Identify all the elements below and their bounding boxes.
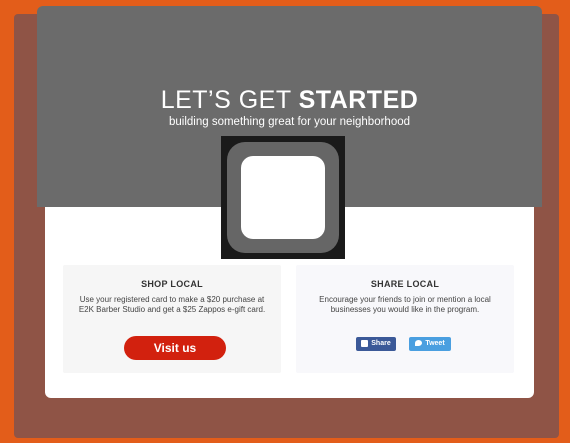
shop-local-text: Use your registered card to make a $20 p… xyxy=(78,295,266,314)
visit-us-button[interactable]: Visit us xyxy=(124,336,226,360)
twitter-tweet-button[interactable]: Tweet xyxy=(409,337,451,351)
share-local-panel: SHARE LOCAL Encourage your friends to jo… xyxy=(296,265,514,373)
hero-title-light: LET’S GET xyxy=(160,86,299,114)
hero-title: LET’S GET STARTED xyxy=(37,86,542,115)
facebook-icon xyxy=(361,339,369,347)
share-local-title: SHARE LOCAL xyxy=(370,279,440,289)
twitter-tweet-label: Tweet xyxy=(425,340,445,347)
shop-local-title: SHOP LOCAL xyxy=(141,279,203,289)
twitter-icon xyxy=(415,340,423,347)
facebook-share-button[interactable]: Share xyxy=(356,337,396,351)
business-logo xyxy=(221,136,345,259)
logo-image-placeholder xyxy=(241,156,325,239)
share-local-text: Encourage your friends to join or mentio… xyxy=(319,295,491,314)
hero-subtitle: building something great for your neighb… xyxy=(168,116,411,128)
hero-title-bold: STARTED xyxy=(298,86,419,114)
facebook-share-label: Share xyxy=(371,340,391,347)
